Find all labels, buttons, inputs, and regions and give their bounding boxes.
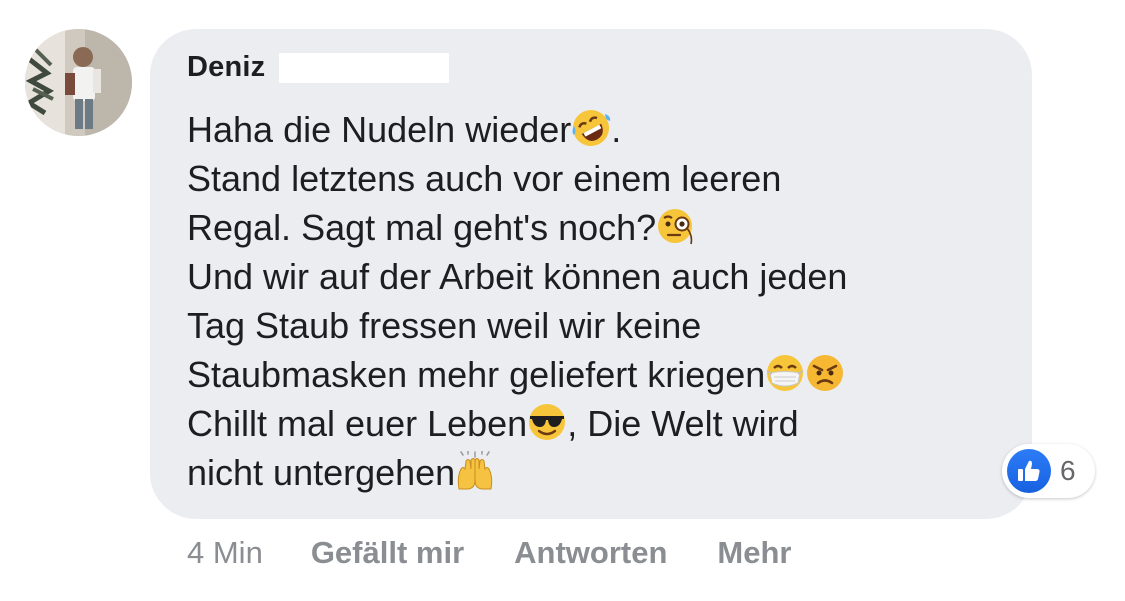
comment-line: Staubmasken mehr geliefert kriegen (187, 350, 1017, 399)
comment-header: Deniz (187, 51, 450, 84)
comment-line-text: Staubmasken mehr geliefert kriegen (187, 354, 766, 395)
reaction-summary[interactable]: 6 (1002, 444, 1095, 498)
comment-line: Haha die Nudeln wieder. (187, 105, 1017, 154)
comment-line-text: Und wir auf der Arbeit können auch jeden (187, 256, 848, 297)
like-button[interactable]: Gefällt mir (311, 535, 464, 571)
angry-face-emoji (805, 353, 845, 393)
comment-timestamp[interactable]: 4 Min (187, 535, 263, 571)
comment-line-text: Stand letztens auch vor einem leeren (187, 158, 782, 199)
comment-line-text: Haha die Nudeln wieder (187, 109, 572, 150)
comment-line-text: Tag Staub fressen weil wir keine (187, 305, 702, 346)
reaction-count: 6 (1060, 455, 1076, 486)
comment-line: Und wir auf der Arbeit können auch jeden (187, 252, 1017, 301)
comment-line-text: Chillt mal euer Leben (187, 403, 528, 444)
avatar[interactable] (25, 29, 132, 136)
face-with-medical-mask-emoji (765, 353, 805, 393)
comment-line-text: Regal. Sagt mal geht's noch? (187, 207, 657, 248)
more-button[interactable]: Mehr (717, 535, 791, 571)
author-name[interactable]: Deniz (187, 51, 265, 84)
thumbs-up-icon (1007, 449, 1051, 493)
comment-line-text-after: , Die Welt wird (567, 403, 799, 444)
comment-line: Chillt mal euer Leben , Die Welt wird (187, 399, 1017, 448)
comment-bubble: Deniz Haha die Nudeln wieder. Stand letz… (150, 29, 1032, 519)
comment-line: Regal. Sagt mal geht's noch? (187, 203, 1017, 252)
face-with-monocle-emoji (656, 206, 696, 246)
smiling-face-with-sunglasses-emoji (527, 402, 567, 442)
rolling-on-floor-laughing-emoji (571, 108, 611, 148)
comment-text: Haha die Nudeln wieder. Stand letztens a… (187, 105, 1017, 497)
comment-line-text: nicht untergehen (187, 452, 456, 493)
comment-line: nicht untergehen (187, 448, 1017, 497)
reply-button[interactable]: Antworten (514, 535, 667, 571)
comment-thread: Deniz Haha die Nudeln wieder. Stand letz… (0, 0, 1125, 601)
comment-actions: 4 Min Gefällt mir Antworten Mehr (187, 535, 791, 571)
comment-line: Tag Staub fressen weil wir keine (187, 301, 1017, 350)
comment-line: Stand letztens auch vor einem leeren (187, 154, 1017, 203)
raising-hands-emoji (455, 451, 495, 491)
comment-line-text-after: . (611, 109, 622, 150)
avatar-photo (25, 29, 132, 136)
redacted-surname (279, 52, 450, 83)
